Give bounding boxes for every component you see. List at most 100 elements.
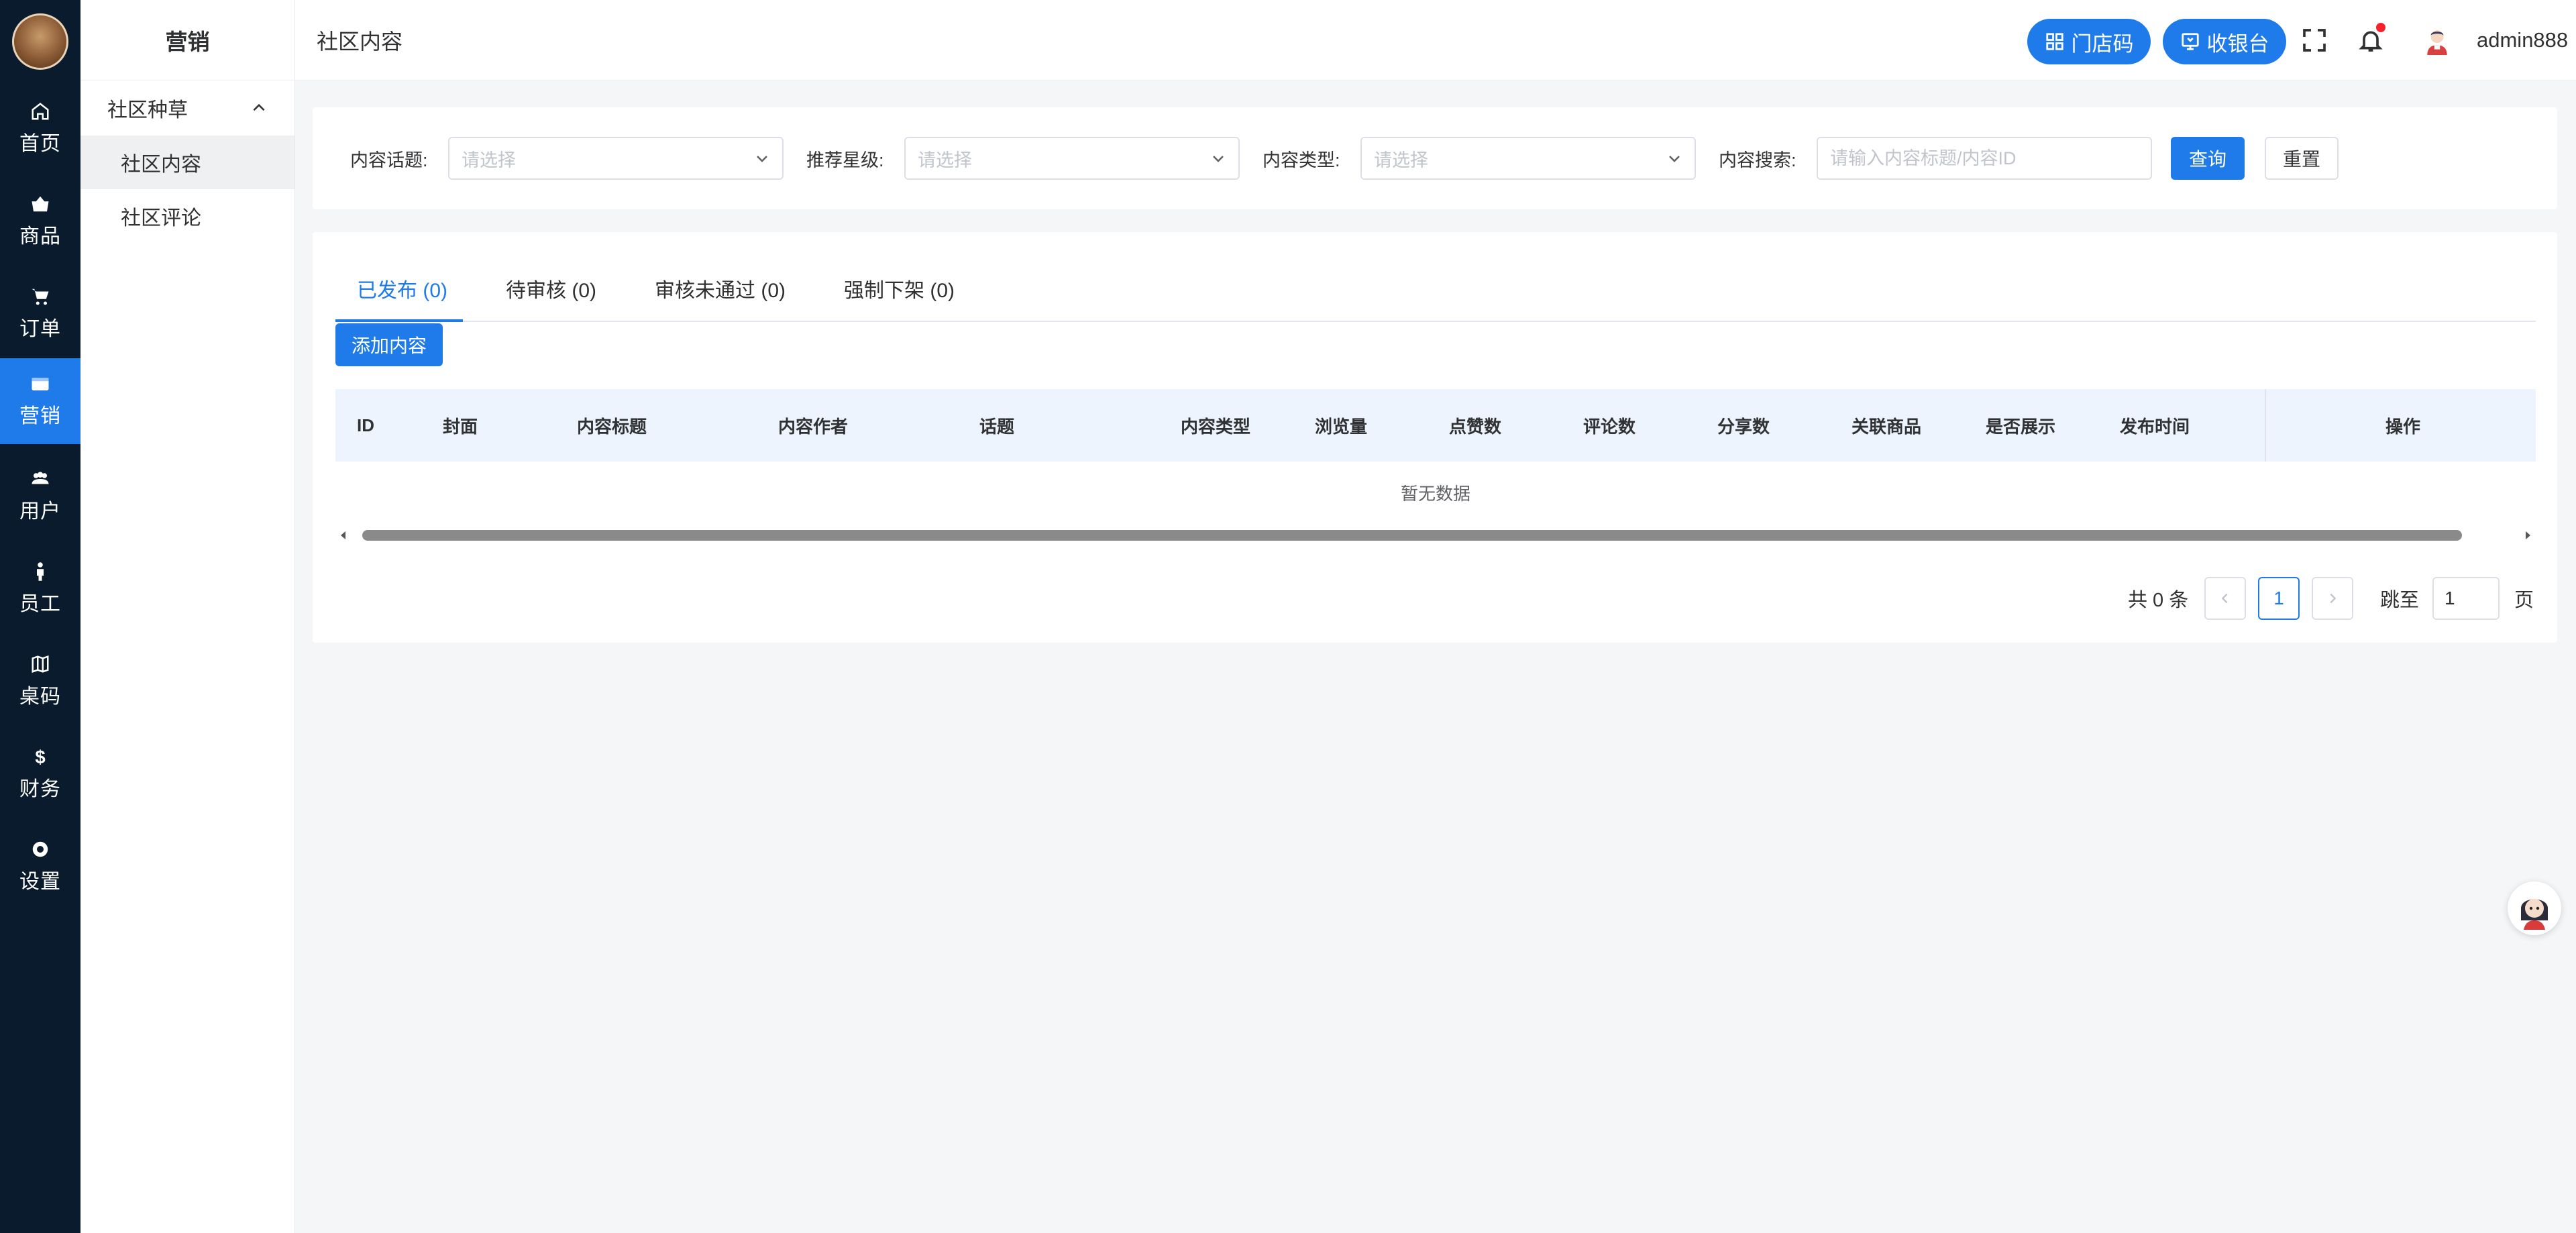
fullscreen-button[interactable]	[2301, 27, 2328, 54]
marketing-icon	[32, 378, 49, 390]
grid-icon	[2045, 33, 2063, 50]
caret-left-icon	[341, 531, 345, 539]
jump-page-input[interactable]	[2432, 577, 2500, 620]
top-header: 社区内容 门店码 收银台 admin888	[295, 0, 2576, 81]
topic-select[interactable]: 请选择	[448, 137, 784, 180]
active-tab-indicator	[335, 319, 463, 322]
rail-item-home[interactable]: 首页	[0, 86, 80, 172]
chevron-down-icon	[1213, 156, 1224, 162]
search-label: 内容搜索:	[1719, 150, 1796, 170]
column-divider	[2265, 389, 2266, 462]
column-header-id[interactable]: ID	[357, 389, 374, 462]
column-header-related-products[interactable]: 关联商品	[1851, 389, 1921, 462]
rail-item-label: 营销	[19, 405, 61, 427]
rail-item-label: 订单	[19, 318, 61, 340]
users-icon	[32, 472, 49, 484]
table-code-icon	[32, 655, 49, 673]
prev-page-button[interactable]	[2204, 577, 2246, 620]
topic-select-placeholder: 请选择	[462, 150, 516, 170]
chevron-up-icon	[253, 103, 265, 111]
rail-item-label: 员工	[19, 593, 61, 615]
submenu-group-community[interactable]: 社区种草	[80, 81, 294, 136]
store-code-label: 门店码	[2071, 32, 2134, 56]
submenu-item-community-content[interactable]: 社区内容	[80, 136, 294, 189]
rail-item-label: 桌码	[19, 686, 61, 708]
column-header-likes[interactable]: 点赞数	[1449, 389, 1501, 462]
filter-panel: 内容话题: 请选择 推荐星级: 请选择 内容类型: 请选择 内容搜索: 查询 重…	[313, 107, 2557, 209]
svg-text:$: $	[35, 747, 45, 767]
user-avatar-icon[interactable]	[2423, 27, 2451, 55]
fullscreen-icon	[2303, 29, 2326, 52]
rail-item-label: 首页	[19, 133, 61, 155]
reset-button[interactable]: 重置	[2265, 137, 2339, 180]
content-panel: 已发布 (0) 待审核 (0) 审核未通过 (0) 强制下架 (0) 添加内容 …	[313, 232, 2557, 643]
column-header-is-displayed[interactable]: 是否展示	[1986, 389, 2055, 462]
rail-item-label: 用户	[19, 500, 61, 523]
main-nav-rail: 首页 商品 订单 营销 用户 员工 桌码 $ 财务 设置	[0, 0, 80, 1233]
cart-icon	[32, 288, 49, 305]
store-code-button[interactable]: 门店码	[2027, 19, 2151, 64]
rail-item-orders[interactable]: 订单	[0, 271, 80, 357]
rail-item-label: 财务	[19, 778, 61, 800]
topic-label: 内容话题:	[350, 150, 428, 170]
rail-item-marketing[interactable]: 营销	[0, 358, 80, 444]
tab-review-rejected[interactable]: 审核未通过 (0)	[655, 255, 786, 322]
page-number-current[interactable]: 1	[2258, 577, 2300, 620]
secondary-menu: 营销 社区种草 社区内容 社区评论	[80, 0, 295, 1233]
rail-item-users[interactable]: 用户	[0, 453, 80, 539]
column-header-actions: 操作	[2385, 416, 2421, 437]
column-header-comments[interactable]: 评论数	[1583, 389, 1635, 462]
column-header-cover[interactable]: 封面	[443, 389, 478, 462]
notification-button[interactable]	[2357, 23, 2385, 54]
column-header-shares[interactable]: 分享数	[1717, 389, 1770, 462]
column-header-author[interactable]: 内容作者	[778, 389, 848, 462]
column-header-content-type[interactable]: 内容类型	[1181, 389, 1250, 462]
rail-item-table-code[interactable]: 桌码	[0, 639, 80, 725]
star-label: 推荐星级:	[806, 150, 884, 170]
next-page-button[interactable]	[2312, 577, 2353, 620]
scroll-right-button[interactable]	[2520, 527, 2536, 543]
table-header: ID 封面 内容标题 内容作者 话题 内容类型 浏览量 点赞数 评论数 分享数 …	[335, 389, 2536, 462]
staff-icon	[37, 562, 44, 581]
add-content-button[interactable]: 添加内容	[335, 323, 443, 366]
cashier-button[interactable]: 收银台	[2163, 19, 2286, 64]
username[interactable]: admin888	[2477, 0, 2568, 81]
star-select[interactable]: 请选择	[904, 137, 1240, 180]
dollar-icon: $	[35, 747, 45, 767]
tab-forced-offline[interactable]: 强制下架 (0)	[844, 255, 955, 322]
type-select-placeholder: 请选择	[1374, 150, 1428, 170]
rail-item-finance[interactable]: $ 财务	[0, 731, 80, 817]
column-header-title[interactable]: 内容标题	[577, 389, 647, 462]
column-header-topic[interactable]: 话题	[979, 389, 1014, 462]
column-header-publish-time[interactable]: 发布时间	[2120, 389, 2190, 462]
chevron-down-icon	[757, 156, 767, 162]
rail-item-products[interactable]: 商品	[0, 178, 80, 264]
rail-item-settings[interactable]: 设置	[0, 824, 80, 910]
rail-item-staff[interactable]: 员工	[0, 546, 80, 632]
jump-to-label: 跳至	[2380, 590, 2420, 611]
cashier-icon	[2181, 33, 2199, 50]
settings-icon	[32, 841, 48, 857]
submenu-item-community-comments[interactable]: 社区评论	[80, 189, 294, 243]
tab-published[interactable]: 已发布 (0)	[357, 255, 447, 322]
pagination-total: 共 0 条	[2128, 590, 2189, 611]
chevron-down-icon	[1669, 156, 1680, 162]
shopping-basket-icon	[32, 196, 49, 212]
chevron-left-icon	[2221, 593, 2228, 604]
scrollbar-thumb[interactable]	[362, 530, 2462, 541]
home-icon	[32, 103, 49, 120]
rail-item-label: 设置	[19, 871, 61, 893]
horizontal-scrollbar[interactable]	[335, 527, 2536, 543]
query-button[interactable]: 查询	[2171, 137, 2245, 180]
type-select[interactable]: 请选择	[1360, 137, 1696, 180]
column-header-views[interactable]: 浏览量	[1315, 389, 1367, 462]
star-select-placeholder: 请选择	[918, 150, 972, 170]
type-label: 内容类型:	[1263, 150, 1340, 170]
tab-pending-review[interactable]: 待审核 (0)	[506, 255, 596, 322]
scroll-left-button[interactable]	[335, 527, 352, 543]
store-logo[interactable]	[12, 13, 68, 70]
customer-service-avatar-icon[interactable]	[2508, 881, 2561, 935]
search-input[interactable]	[1817, 137, 2152, 180]
rail-item-label: 商品	[19, 225, 61, 248]
chevron-right-icon	[2330, 593, 2337, 604]
